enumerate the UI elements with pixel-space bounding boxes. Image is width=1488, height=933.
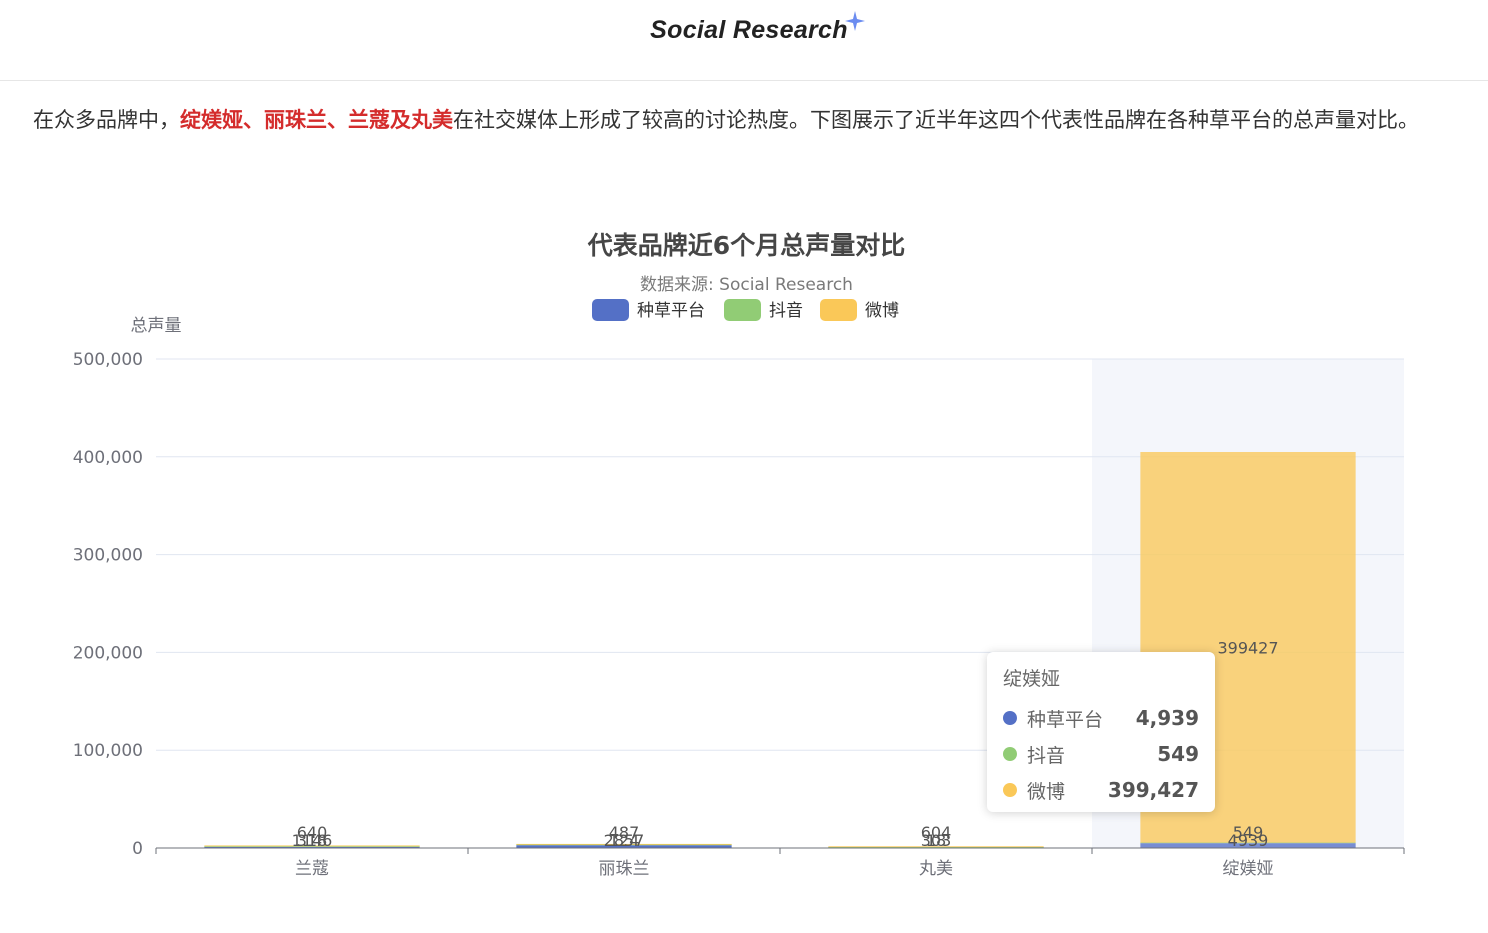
legend-swatch: [592, 299, 629, 321]
tooltip-dot-seeding: [1003, 711, 1017, 725]
chart-tooltip: 绽媄娅 种草平台 4,939 抖音 549 微博 399,427: [987, 652, 1215, 812]
legend-item-label: 种草平台: [637, 301, 705, 321]
x-tick-label: 绽媄娅: [1223, 859, 1274, 879]
stacked-bar-chart: 0 100,000 200,000 300,000 400,000 500,000 总声量 1…: [73, 299, 1405, 879]
tooltip-series-value: 4,939: [1135, 706, 1199, 730]
bar-value-label: 18: [926, 831, 946, 850]
tooltip-row: 种草平台 4,939: [1003, 700, 1199, 736]
x-tick-label: 丸美: [919, 859, 953, 879]
tooltip-dot-douyin: [1003, 747, 1017, 761]
tooltip-series-value: 399,427: [1107, 778, 1199, 802]
y-tick-label: 200,000: [73, 643, 143, 663]
bar-value-label: 124: [609, 831, 640, 850]
legend-item-label: 微博: [865, 301, 899, 321]
tooltip-series-name: 种草平台: [1027, 708, 1104, 731]
tooltip-dot-weibo: [1003, 783, 1017, 797]
bar-value-label: 399427: [1217, 638, 1278, 657]
y-tick-label: 500,000: [73, 350, 143, 370]
y-tick-label: 300,000: [73, 546, 143, 566]
tooltip-row: 微博 399,427: [1003, 772, 1199, 808]
tooltip-series-name: 微博: [1027, 780, 1066, 803]
legend-swatch: [820, 299, 857, 321]
legend-swatch: [724, 299, 761, 321]
tooltip-title: 绽媄娅: [1003, 668, 1061, 690]
x-tick-label: 丽珠兰: [599, 859, 650, 879]
tooltip-series-name: 抖音: [1027, 744, 1066, 767]
y-tick-label: 100,000: [73, 741, 143, 761]
bar-value-label: 318: [297, 831, 328, 850]
tooltip-series-value: 549: [1157, 742, 1199, 766]
y-axis-name: 总声量: [131, 316, 182, 336]
legend-item-label: 抖音: [769, 301, 803, 321]
bar-value-label: 549: [1233, 823, 1264, 842]
x-tick-label: 兰蔻: [295, 859, 329, 879]
tooltip-row: 抖音 549: [1003, 736, 1199, 772]
y-tick-label: 400,000: [73, 448, 143, 468]
y-tick-label: 0: [132, 839, 143, 859]
